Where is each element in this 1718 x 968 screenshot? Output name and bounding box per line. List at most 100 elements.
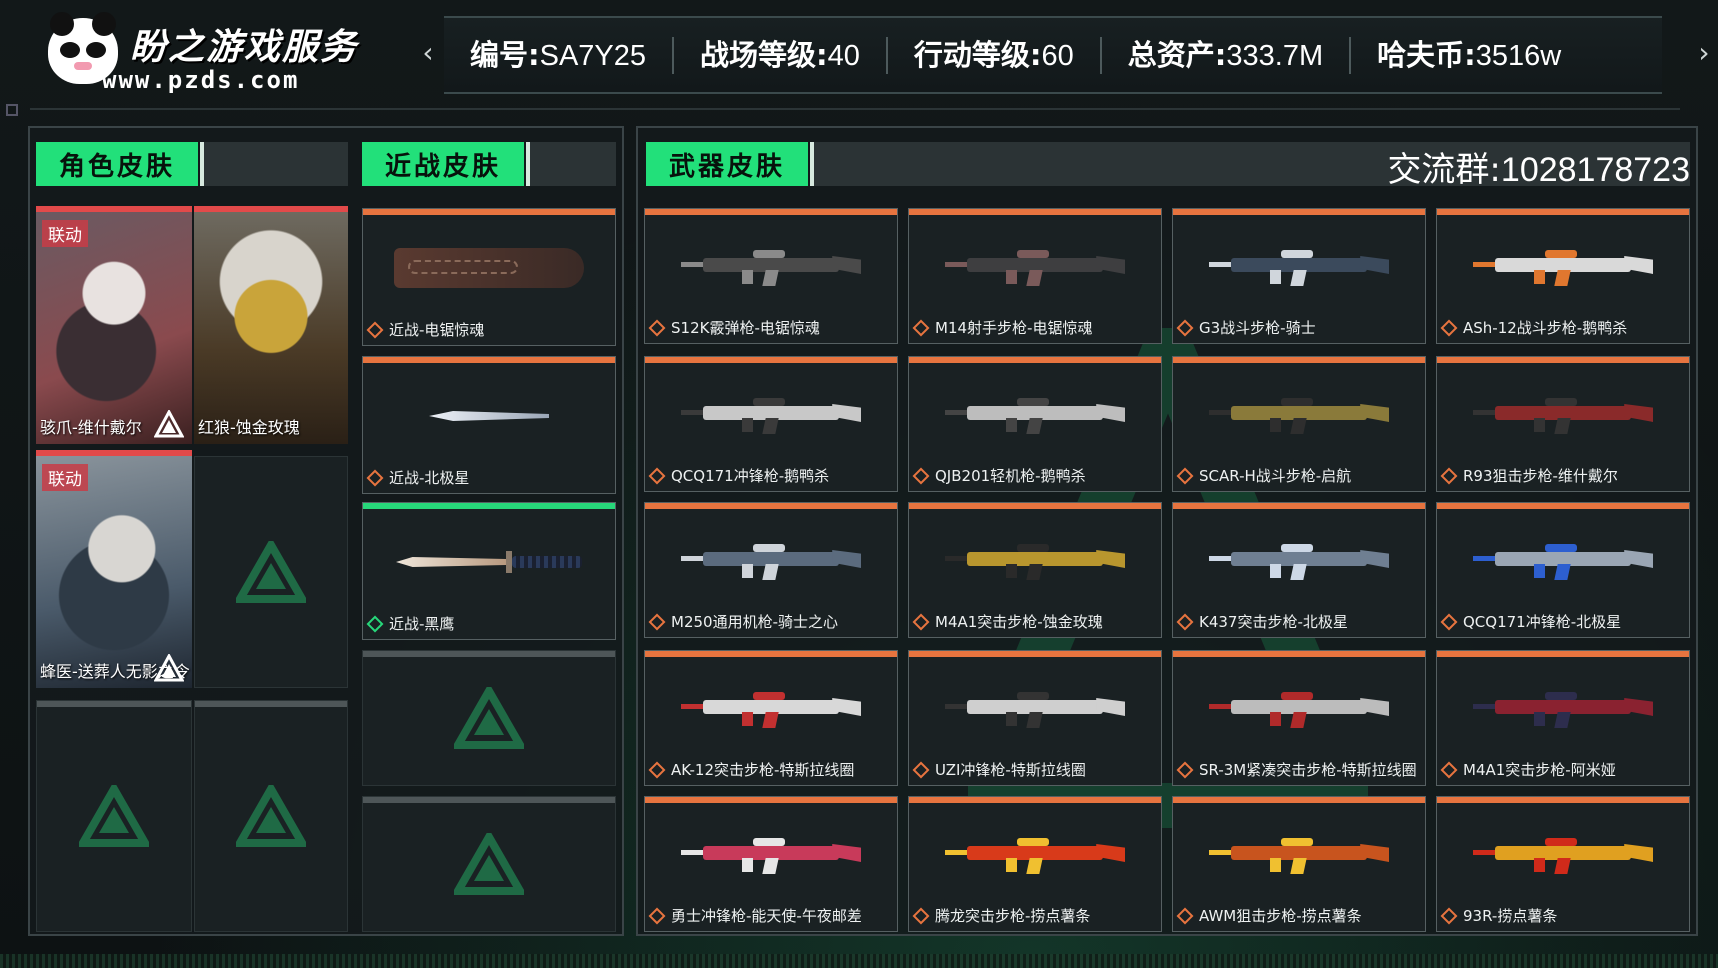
melee-skin-card[interactable]: 近战-北极星: [362, 356, 616, 494]
gun-icon: [945, 398, 1125, 434]
weapon-skin-card[interactable]: R93狙击步枪-维什戴尔: [1436, 356, 1690, 492]
item-diamond-icon: [1440, 613, 1458, 631]
weapon-skin-card[interactable]: UZI冲锋枪-特斯拉线圈: [908, 650, 1162, 786]
weapon-preview: [915, 809, 1155, 901]
gun-icon: [1473, 398, 1653, 434]
gun-icon: [1209, 838, 1389, 874]
weapon-skin-card[interactable]: 93R-捞点薯条: [1436, 796, 1690, 932]
item-diamond-icon: [1440, 761, 1458, 779]
item-diamond-icon: [1176, 613, 1194, 631]
item-diamond-icon: [1176, 761, 1194, 779]
weapon-skin-card[interactable]: QCQ171冲锋枪-北极星: [1436, 502, 1690, 638]
weapon-skin-card[interactable]: AK-12突击步枪-特斯拉线圈: [644, 650, 898, 786]
item-diamond-icon: [912, 907, 930, 925]
weapon-skin-card[interactable]: 勇士冲锋枪-能天使-午夜邮差: [644, 796, 898, 932]
prev-arrow-icon[interactable]: ‹: [418, 36, 438, 70]
placeholder-emblem-icon: [76, 780, 152, 847]
weapon-preview: [915, 221, 1155, 313]
tab-character-skins[interactable]: 角色皮肤: [36, 142, 204, 186]
gun-icon: [681, 544, 861, 580]
item-diamond-icon: [366, 615, 384, 633]
melee-skin-card[interactable]: 近战-电锯惊魂: [362, 208, 616, 346]
weapon-skin-card[interactable]: SR-3M紧凑突击步枪-特斯拉线圈: [1172, 650, 1426, 786]
character-skin-card[interactable]: 联动 蜂医-送葬人无影之令: [36, 450, 192, 688]
gun-icon: [681, 838, 861, 874]
item-diamond-icon: [648, 613, 666, 631]
weapon-skin-card[interactable]: M4A1突击步枪-阿米娅: [1436, 650, 1690, 786]
weapon-skin-card[interactable]: M250通用机枪-骑士之心: [644, 502, 898, 638]
item-name: QJB201轻机枪-鹅鸭杀: [935, 467, 1086, 485]
weapon-preview: [1179, 809, 1419, 901]
stat-total-assets: 总资产:333.7M: [1102, 36, 1352, 74]
character-skin-card[interactable]: 联动 骇爪-维什戴尔: [36, 206, 192, 444]
weapon-skin-card[interactable]: S12K霰弹枪-电锯惊魂: [644, 208, 898, 344]
weapon-skin-card[interactable]: AWM狙击步枪-捞点薯条: [1172, 796, 1426, 932]
group-chat-info: 交流群:1028178723: [1387, 150, 1690, 190]
weapon-skin-card[interactable]: M14射手步枪-电锯惊魂: [908, 208, 1162, 344]
weapon-preview: [369, 515, 609, 609]
weapon-preview: [651, 809, 891, 901]
gun-icon: [1473, 838, 1653, 874]
character-skin-card[interactable]: 红狼-蚀金玫瑰: [194, 206, 348, 444]
weapon-skin-card[interactable]: QCQ171冲锋枪-鹅鸭杀: [644, 356, 898, 492]
item-diamond-icon: [912, 613, 930, 631]
item-name: M14射手步枪-电锯惊魂: [935, 319, 1093, 337]
item-name: ASh-12战斗步枪-鹅鸭杀: [1463, 319, 1628, 337]
gun-icon: [1209, 692, 1389, 728]
item-name: 腾龙突击步枪-捞点薯条: [935, 907, 1091, 925]
item-diamond-icon: [648, 761, 666, 779]
weapon-preview: [1443, 221, 1683, 313]
item-name: S12K霰弹枪-电锯惊魂: [671, 319, 820, 337]
weapon-preview: [1179, 515, 1419, 607]
gun-icon: [945, 544, 1125, 580]
item-name: 近战-北极星: [389, 469, 470, 487]
tab-weapon-skins[interactable]: 武器皮肤: [646, 142, 814, 186]
item-diamond-icon: [912, 761, 930, 779]
weapon-preview: [915, 369, 1155, 461]
next-arrow-icon[interactable]: ›: [1694, 36, 1714, 70]
stat-id: 编号:SA7Y25: [444, 36, 675, 74]
empty-slot: [194, 700, 348, 932]
item-name: AK-12突击步枪-特斯拉线圈: [671, 761, 855, 779]
tab-melee-skins[interactable]: 近战皮肤: [362, 142, 530, 186]
gun-icon: [1209, 250, 1389, 286]
collab-badge: 联动: [42, 464, 88, 491]
character-skin-name: 骇爪-维什戴尔: [40, 418, 142, 437]
weapon-skin-card[interactable]: ASh-12战斗步枪-鹅鸭杀: [1436, 208, 1690, 344]
weapon-preview: [1179, 221, 1419, 313]
gun-icon: [1473, 250, 1653, 286]
placeholder-emblem-icon: [451, 828, 527, 895]
weapon-preview: [1443, 809, 1683, 901]
weapon-preview: [1443, 369, 1683, 461]
item-diamond-icon: [1176, 467, 1194, 485]
item-name: M4A1突击步枪-阿米娅: [1463, 761, 1616, 779]
weapon-skin-card[interactable]: M4A1突击步枪-蚀金玫瑰: [908, 502, 1162, 638]
weapon-skin-card[interactable]: 腾龙突击步枪-捞点薯条: [908, 796, 1162, 932]
brand-logo: 盼之游戏服务 www.pzds.com: [48, 12, 388, 100]
item-name: M4A1突击步枪-蚀金玫瑰: [935, 613, 1103, 631]
placeholder-emblem-icon: [233, 536, 309, 603]
stat-operation-level: 行动等级:60: [888, 36, 1102, 74]
item-diamond-icon: [912, 467, 930, 485]
placeholder-emblem-icon: [233, 780, 309, 847]
item-diamond-icon: [648, 467, 666, 485]
item-diamond-icon: [1176, 319, 1194, 337]
weapon-skin-card[interactable]: K437突击步枪-北极星: [1172, 502, 1426, 638]
weapon-skin-card[interactable]: QJB201轻机枪-鹅鸭杀: [908, 356, 1162, 492]
item-name: UZI冲锋枪-特斯拉线圈: [935, 761, 1086, 779]
gun-icon: [1209, 544, 1389, 580]
item-name: R93狙击步枪-维什戴尔: [1463, 467, 1618, 485]
melee-skin-card[interactable]: 近战-黑鹰: [362, 502, 616, 640]
weapon-skin-card[interactable]: SCAR-H战斗步枪-启航: [1172, 356, 1426, 492]
rarity-emblem-icon: [154, 410, 184, 438]
item-diamond-icon: [648, 319, 666, 337]
item-name: G3战斗步枪-骑士: [1199, 319, 1316, 337]
rarity-emblem-icon: [154, 654, 184, 682]
tab-track-character: [204, 142, 348, 186]
weapon-preview: [1179, 369, 1419, 461]
bottom-decor-strip: [0, 954, 1718, 968]
weapon-skin-card[interactable]: G3战斗步枪-骑士: [1172, 208, 1426, 344]
account-stats-bar: 编号:SA7Y25 战场等级:40 行动等级:60 总资产:333.7M 哈夫币…: [444, 16, 1662, 94]
placeholder-emblem-icon: [451, 682, 527, 749]
item-name: SR-3M紧凑突击步枪-特斯拉线圈: [1199, 761, 1417, 779]
